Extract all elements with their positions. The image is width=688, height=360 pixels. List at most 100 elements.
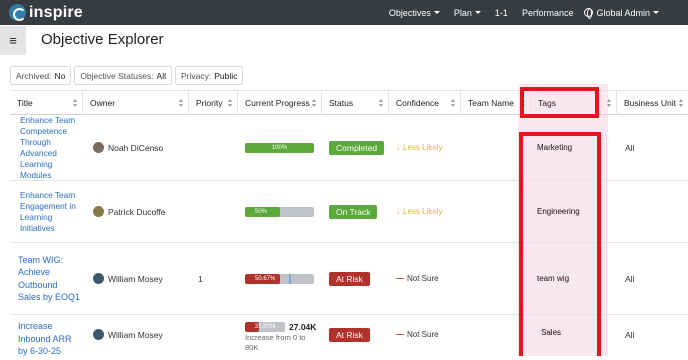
tag-label: Sales bbox=[541, 328, 562, 337]
column-header-team-name[interactable]: Team Name bbox=[461, 91, 531, 115]
chevron-down-icon bbox=[653, 11, 659, 14]
row-owner-cell: William Mosey bbox=[93, 312, 163, 357]
table-row[interactable]: Increase Inbound ARR by 6-30-25 William … bbox=[10, 315, 688, 360]
confidence-label: Less Likely bbox=[403, 143, 443, 152]
chevron-down-icon bbox=[474, 11, 481, 14]
filter-bar: Archived: No Objective Statuses: All Pri… bbox=[10, 66, 244, 85]
column-header-priority[interactable]: Priority bbox=[189, 91, 238, 115]
status-badge: Completed bbox=[329, 140, 385, 155]
column-team-name-label: Team Name bbox=[468, 98, 514, 108]
nav-objectives[interactable]: Objectives bbox=[389, 8, 440, 18]
row-business-unit-cell: All bbox=[625, 115, 634, 180]
progress-bar: 50.67% bbox=[245, 273, 314, 284]
nav-one-on-one[interactable]: 1-1 bbox=[495, 8, 508, 18]
filter-archived-value: No bbox=[54, 70, 66, 81]
column-header-title[interactable]: Title bbox=[10, 91, 83, 115]
row-tags-cell: team wig bbox=[537, 243, 569, 314]
column-status-label: Status bbox=[329, 98, 354, 108]
column-owner-label: Owner bbox=[90, 98, 116, 108]
row-status-cell: On Track bbox=[329, 181, 378, 242]
column-confidence-label: Confidence bbox=[396, 98, 440, 108]
progress-label: 50% bbox=[255, 208, 268, 215]
row-progress-cell: 50.67% bbox=[245, 243, 314, 314]
sort-icon bbox=[179, 99, 184, 108]
arrow-down-icon: ↓ bbox=[396, 207, 400, 216]
row-business-unit-cell: All bbox=[625, 312, 634, 357]
table-row[interactable]: Enhance Team Competence Through Advanced… bbox=[10, 115, 688, 181]
menu-icon: ≡ bbox=[9, 33, 17, 48]
nav-performance-label: Performance bbox=[521, 7, 574, 18]
table-row[interactable]: Team WIG: Achieve Outbound Sales by EOQ1… bbox=[10, 243, 688, 315]
table-row[interactable]: Enhance Team Engagement in Learning Init… bbox=[10, 181, 688, 243]
owner-name: Patrick Ducoffe bbox=[108, 206, 166, 217]
business-unit-value: All bbox=[625, 329, 635, 340]
row-status-cell: At Risk bbox=[329, 312, 370, 357]
objective-title-link[interactable]: Enhance Team Competence Through Advanced… bbox=[20, 115, 80, 181]
owner-name: Noah DiCenso bbox=[108, 142, 164, 153]
column-tags-label: Tags bbox=[538, 98, 556, 108]
nav-plan[interactable]: Plan bbox=[454, 8, 481, 18]
confidence-label: Less Likely bbox=[403, 207, 443, 216]
logo-text: inspire bbox=[29, 3, 83, 21]
dash-icon: — bbox=[396, 330, 404, 339]
avatar bbox=[93, 142, 104, 153]
arrow-down-icon: ↓ bbox=[396, 143, 400, 152]
filter-privacy[interactable]: Privacy: Public bbox=[175, 66, 244, 85]
column-header-owner[interactable]: Owner bbox=[83, 91, 189, 115]
column-priority-label: Priority bbox=[196, 98, 223, 108]
row-tags-cell: Marketing bbox=[537, 115, 572, 180]
inspire-logo[interactable]: inspire bbox=[9, 4, 83, 22]
nav-one-on-one-label: 1-1 bbox=[494, 7, 508, 18]
hamburger-menu-button[interactable]: ≡ bbox=[0, 26, 26, 55]
column-header-tags[interactable]: Tags bbox=[531, 91, 617, 115]
row-status-cell: At Risk bbox=[329, 243, 370, 314]
sort-icon bbox=[521, 99, 526, 108]
owner-name: William Mosey bbox=[108, 273, 163, 284]
page-title: Objective Explorer bbox=[41, 31, 164, 48]
objective-title-link[interactable]: Increase Inbound ARR by 6-30-25 bbox=[18, 320, 82, 358]
dash-icon: — bbox=[396, 274, 404, 283]
progress-row: 33.80% 27.04K bbox=[245, 322, 316, 332]
row-progress-cell: 100% bbox=[245, 115, 314, 180]
nav-global-admin[interactable]: Global Admin bbox=[584, 8, 659, 19]
avatar bbox=[93, 273, 104, 284]
progress-label: 100% bbox=[271, 144, 288, 151]
sort-icon bbox=[228, 99, 233, 108]
progress-label: 33.80% bbox=[254, 324, 276, 330]
objective-title-link[interactable]: Enhance Team Engagement in Learning Init… bbox=[20, 190, 80, 234]
row-title-cell: Enhance Team Engagement in Learning Init… bbox=[20, 181, 80, 242]
row-tags-cell: Sales bbox=[541, 310, 561, 355]
row-progress-cell: 50% bbox=[245, 181, 314, 242]
row-owner-cell: Noah DiCenso bbox=[93, 115, 163, 180]
progress-bar: 33.80% bbox=[245, 322, 285, 332]
row-owner-cell: Patrick Ducoffe bbox=[93, 181, 165, 242]
column-header-confidence[interactable]: Confidence bbox=[389, 91, 461, 115]
progress-target-marker bbox=[289, 273, 291, 284]
column-header-status[interactable]: Status bbox=[322, 91, 389, 115]
sort-icon bbox=[679, 99, 684, 108]
objective-title-link[interactable]: Team WIG: Achieve Outbound Sales by EOQ1 bbox=[18, 254, 82, 304]
globe-icon bbox=[584, 8, 594, 19]
nav-performance[interactable]: Performance bbox=[522, 8, 574, 18]
nav-menu: Objectives Plan 1-1 Performance Global A… bbox=[389, 0, 688, 25]
column-header-business-unit[interactable]: Business Unit bbox=[617, 91, 688, 115]
filter-privacy-value: Public bbox=[214, 70, 238, 81]
row-title-cell: Enhance Team Competence Through Advanced… bbox=[20, 115, 80, 180]
status-badge: At Risk bbox=[329, 327, 370, 342]
sort-icon bbox=[73, 99, 78, 108]
priority-value: 1 bbox=[198, 273, 203, 284]
progress-bar: 50% bbox=[245, 206, 314, 217]
row-confidence-cell: ↓ Less Likely bbox=[396, 115, 443, 180]
row-tags-cell: Engineering bbox=[537, 181, 580, 242]
filter-archived[interactable]: Archived: No bbox=[10, 66, 72, 85]
column-business-unit-label: Business Unit bbox=[624, 98, 676, 108]
sort-icon bbox=[379, 99, 384, 108]
tag-label: Engineering bbox=[537, 207, 580, 216]
row-business-unit-cell: All bbox=[625, 243, 634, 314]
filter-objective-statuses[interactable]: Objective Statuses: All bbox=[74, 66, 172, 85]
column-header-current-progress[interactable]: Current Progress bbox=[238, 91, 322, 115]
column-title-label: Title bbox=[17, 98, 33, 108]
row-owner-cell: William Mosey bbox=[93, 243, 163, 314]
chevron-down-icon bbox=[433, 11, 440, 14]
top-navbar: inspire Objectives Plan 1-1 Performance … bbox=[0, 0, 688, 25]
